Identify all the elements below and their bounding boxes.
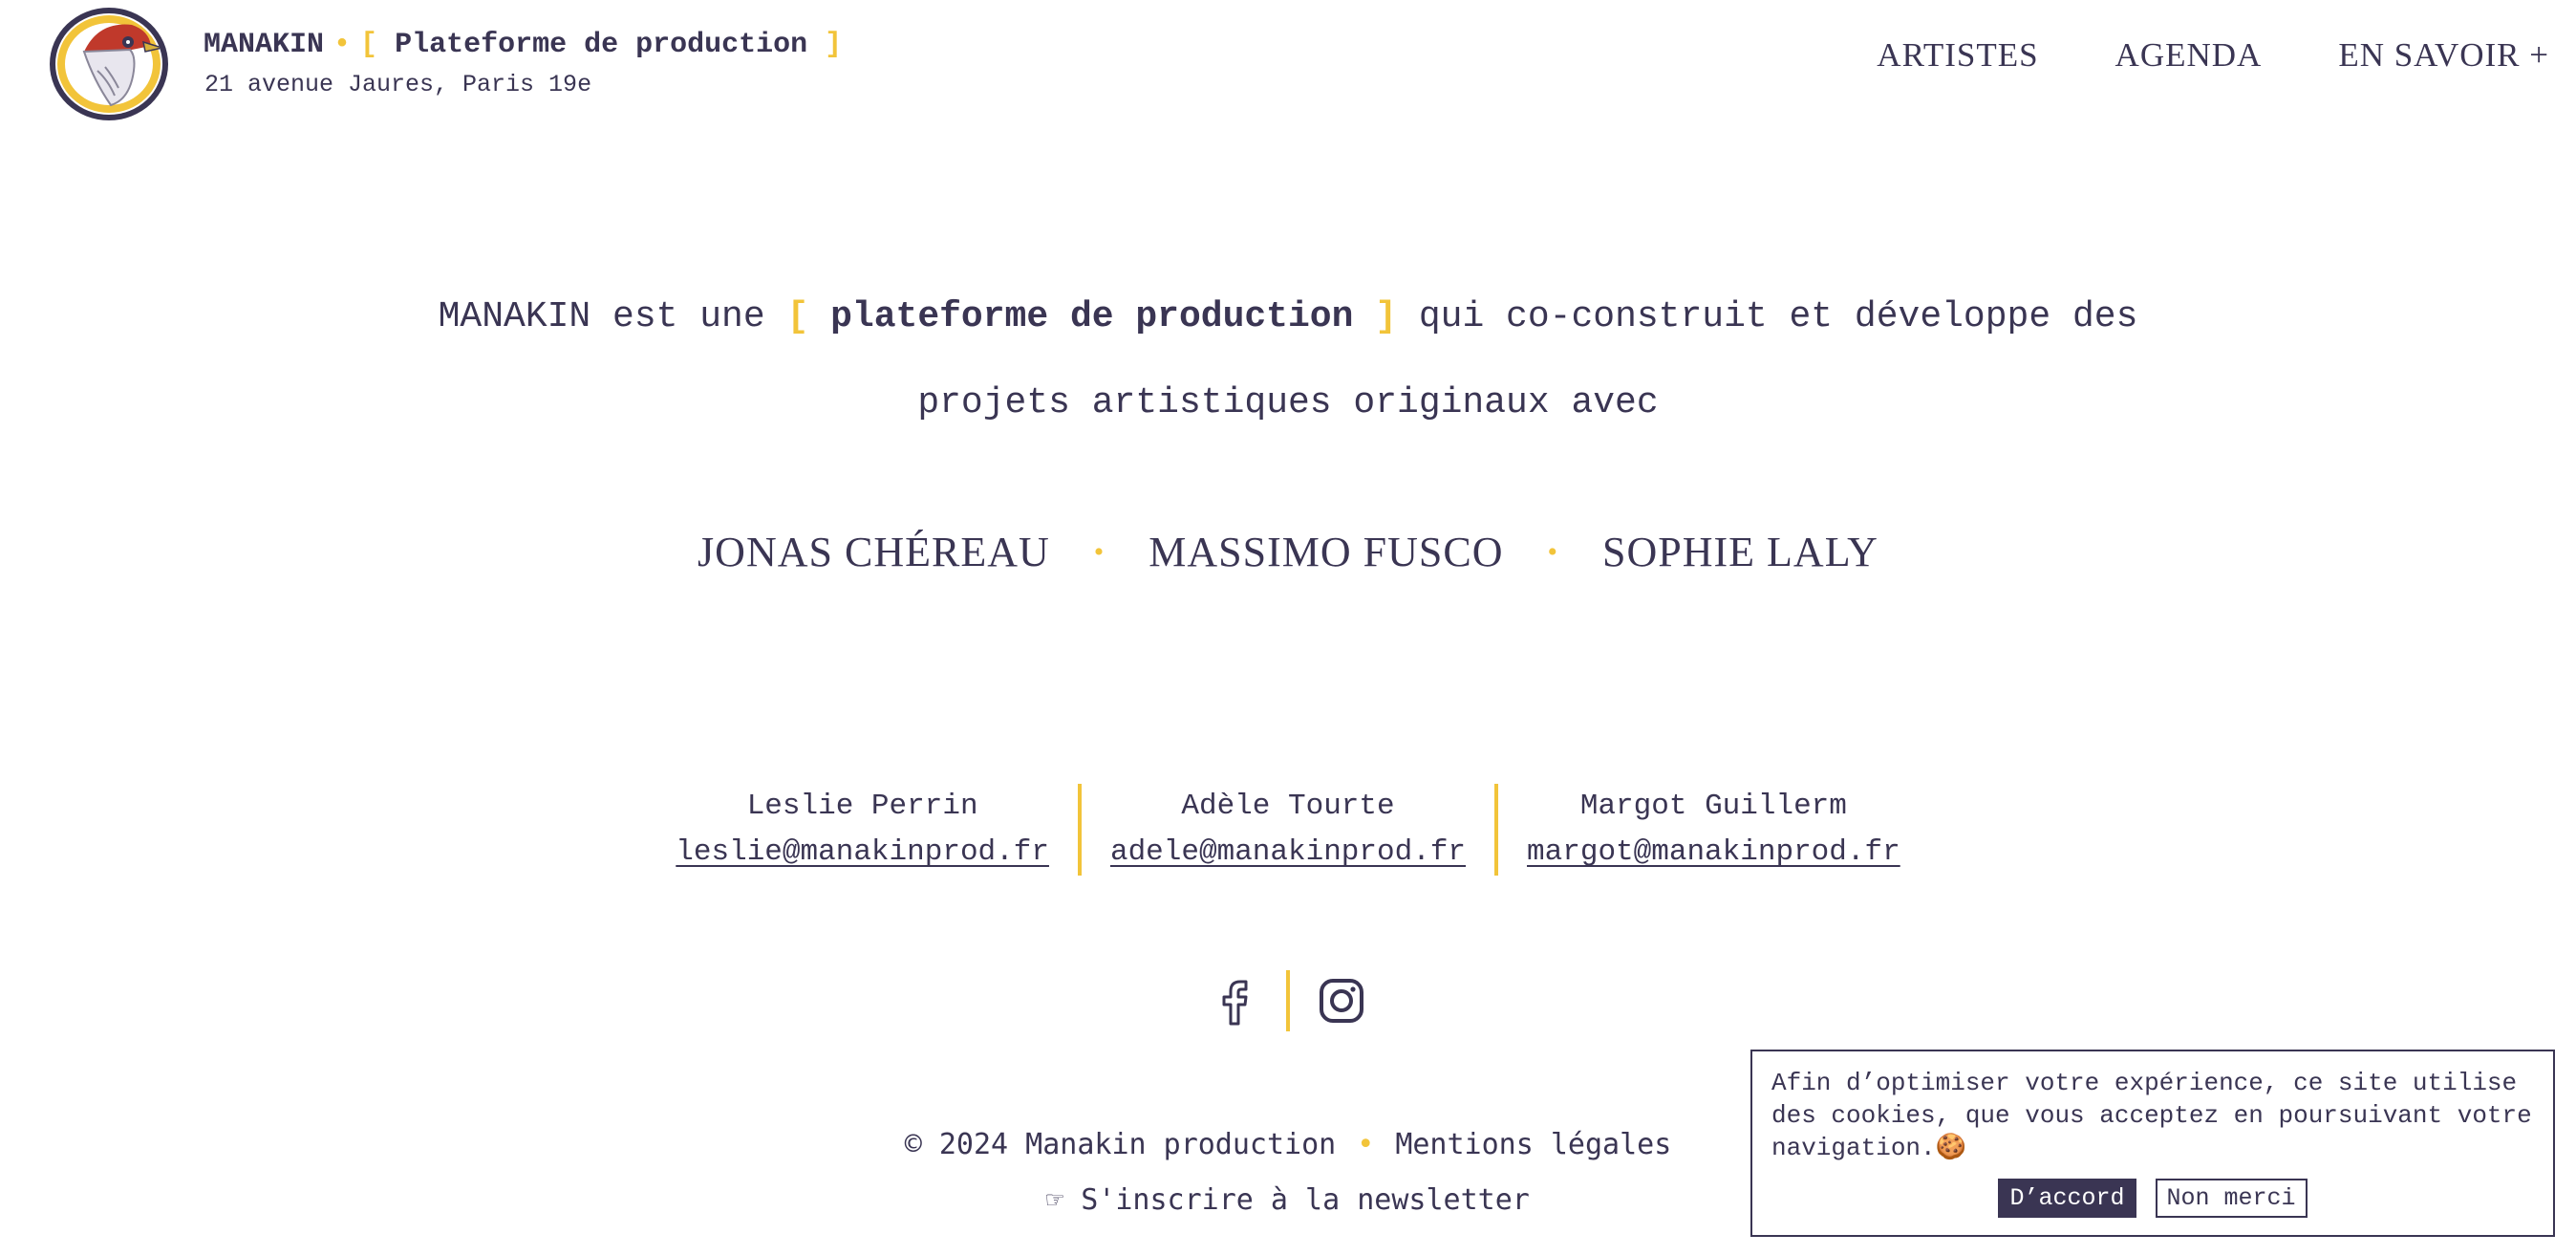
intro-line-2: projets artistiques originaux avec: [917, 382, 1659, 423]
social-divider: [1286, 970, 1290, 1031]
contact-email-link[interactable]: margot@manakinprod.fr: [1527, 830, 1900, 876]
contact-email-link[interactable]: leslie@manakinprod.fr: [676, 830, 1049, 876]
bracket-close: ]: [825, 29, 843, 61]
artist-separator: •: [1093, 535, 1106, 568]
contact-card: Margot Guillerm margot@manakinprod.fr: [1494, 784, 1929, 876]
contact-name: Margot Guillerm: [1579, 790, 1847, 823]
footer-dot: •: [1357, 1128, 1375, 1161]
brand-dot: •: [333, 29, 352, 61]
cookie-accept-button[interactable]: D’accord: [1998, 1179, 2136, 1218]
artist-link-massimo-fusco[interactable]: MASSIMO FUSCO: [1148, 528, 1503, 576]
instagram-icon[interactable]: [1317, 976, 1366, 1026]
cookie-decline-button[interactable]: Non merci: [2155, 1179, 2308, 1218]
intro-bracket-open: [: [786, 296, 809, 337]
nav-artistes[interactable]: ARTISTES: [1877, 36, 2038, 75]
main-nav: ARTISTES AGENDA EN SAVOIR +: [1877, 36, 2549, 75]
cookie-message: Afin d’optimiser votre expérience, ce si…: [1771, 1069, 2532, 1162]
artist-list: JONAS CHÉREAU • MASSIMO FUSCO • SOPHIE L…: [0, 528, 2576, 576]
contact-card: Adèle Tourte adele@manakinprod.fr: [1077, 784, 1494, 876]
intro-bracket-close: ]: [1375, 296, 1398, 337]
facebook-icon[interactable]: [1210, 976, 1259, 1026]
brand-title[interactable]: MANAKIN •[ Plateforme de production ]: [204, 29, 842, 61]
copyright: © 2024 Manakin production: [904, 1128, 1337, 1161]
cookie-buttons: D’accord Non merci: [1752, 1179, 2553, 1218]
bracket-open: [: [360, 29, 378, 61]
contact-name: Leslie Perrin: [746, 790, 978, 823]
artist-link-jonas-chereau[interactable]: JONAS CHÉREAU: [698, 528, 1050, 576]
intro-suffix: qui co-construit et développe des: [1418, 296, 2138, 337]
contact-card: Leslie Perrin leslie@manakinprod.fr: [647, 784, 1078, 876]
site-header: MANAKIN •[ Plateforme de production ] 21 …: [0, 0, 2576, 134]
artist-separator: •: [1547, 535, 1559, 568]
cookie-banner: Afin d’optimiser votre expérience, ce si…: [1750, 1050, 2555, 1237]
contact-name: Adèle Tourte: [1181, 790, 1395, 823]
intro-line-1: MANAKIN est une [ plateforme de producti…: [0, 296, 2576, 337]
intro-prefix: MANAKIN est une: [438, 296, 765, 337]
contact-email-link[interactable]: adele@manakinprod.fr: [1110, 830, 1466, 876]
nav-en-savoir-plus[interactable]: EN SAVOIR +: [2338, 36, 2549, 75]
brand-name: MANAKIN: [204, 29, 325, 61]
contact-list: Leslie Perrin leslie@manakinprod.fr Adèl…: [0, 784, 2576, 876]
brand-tagline: Plateforme de production: [395, 29, 808, 61]
nav-agenda[interactable]: AGENDA: [2115, 36, 2263, 75]
legal-notice-link[interactable]: Mentions légales: [1395, 1128, 1671, 1161]
artist-link-sophie-laly[interactable]: SOPHIE LALY: [1602, 528, 1878, 576]
manakin-bird-logo[interactable]: [50, 8, 168, 120]
address: 21 avenue Jaures, Paris 19e: [204, 71, 592, 98]
newsletter-signup-link[interactable]: ☞ S'inscrire à la newsletter: [1046, 1183, 1530, 1217]
intro-highlight: plateforme de production: [830, 296, 1354, 337]
social-links: [0, 970, 2576, 1031]
bird-icon: [82, 24, 162, 107]
